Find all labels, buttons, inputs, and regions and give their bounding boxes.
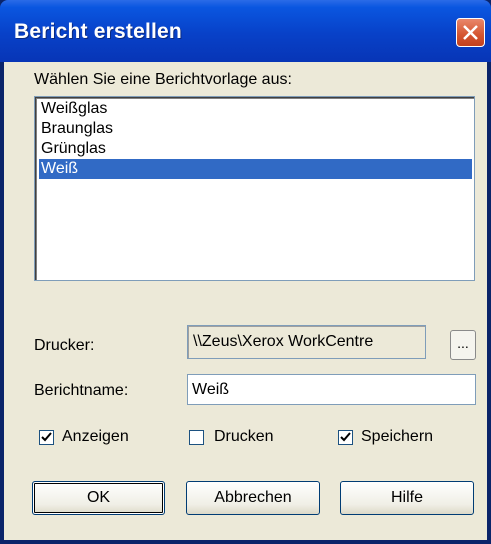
- printer-field: \\Zeus\Xerox WorkCentre: [187, 325, 426, 359]
- ok-button[interactable]: OK: [32, 481, 165, 515]
- close-icon: [463, 25, 478, 40]
- template-label: Wählen Sie eine Berichtvorlage aus:: [34, 71, 292, 88]
- print-checkbox[interactable]: [189, 430, 204, 445]
- list-item-selected[interactable]: Weiß: [39, 159, 472, 179]
- show-label[interactable]: Anzeigen: [62, 428, 129, 446]
- title-bar[interactable]: Bericht erstellen: [0, 0, 491, 62]
- browse-printer-button[interactable]: ...: [450, 330, 476, 360]
- template-listbox[interactable]: Weißglas Braunglas Grünglas Weiß: [34, 96, 475, 281]
- report-name-input[interactable]: Weiß: [187, 374, 476, 405]
- show-checkbox[interactable]: [39, 430, 54, 445]
- list-item[interactable]: Weißglas: [39, 99, 472, 119]
- window-title: Bericht erstellen: [14, 20, 182, 43]
- printer-label: Drucker:: [34, 337, 95, 354]
- check-icon: [340, 432, 351, 442]
- save-label[interactable]: Speichern: [361, 428, 433, 446]
- list-item[interactable]: Grünglas: [39, 139, 472, 159]
- close-button[interactable]: [456, 18, 485, 47]
- save-checkbox[interactable]: [338, 430, 353, 445]
- cancel-button[interactable]: Abbrechen: [186, 481, 320, 515]
- dialog-body: Wählen Sie eine Berichtvorlage aus: Weiß…: [4, 62, 487, 540]
- report-name-label: Berichtname:: [34, 382, 129, 399]
- check-icon: [41, 432, 52, 442]
- print-label[interactable]: Drucken: [214, 428, 274, 446]
- help-button[interactable]: Hilfe: [340, 481, 474, 515]
- list-item[interactable]: Braunglas: [39, 119, 472, 139]
- dialog-window: Bericht erstellen Wählen Sie eine Berich…: [0, 0, 491, 544]
